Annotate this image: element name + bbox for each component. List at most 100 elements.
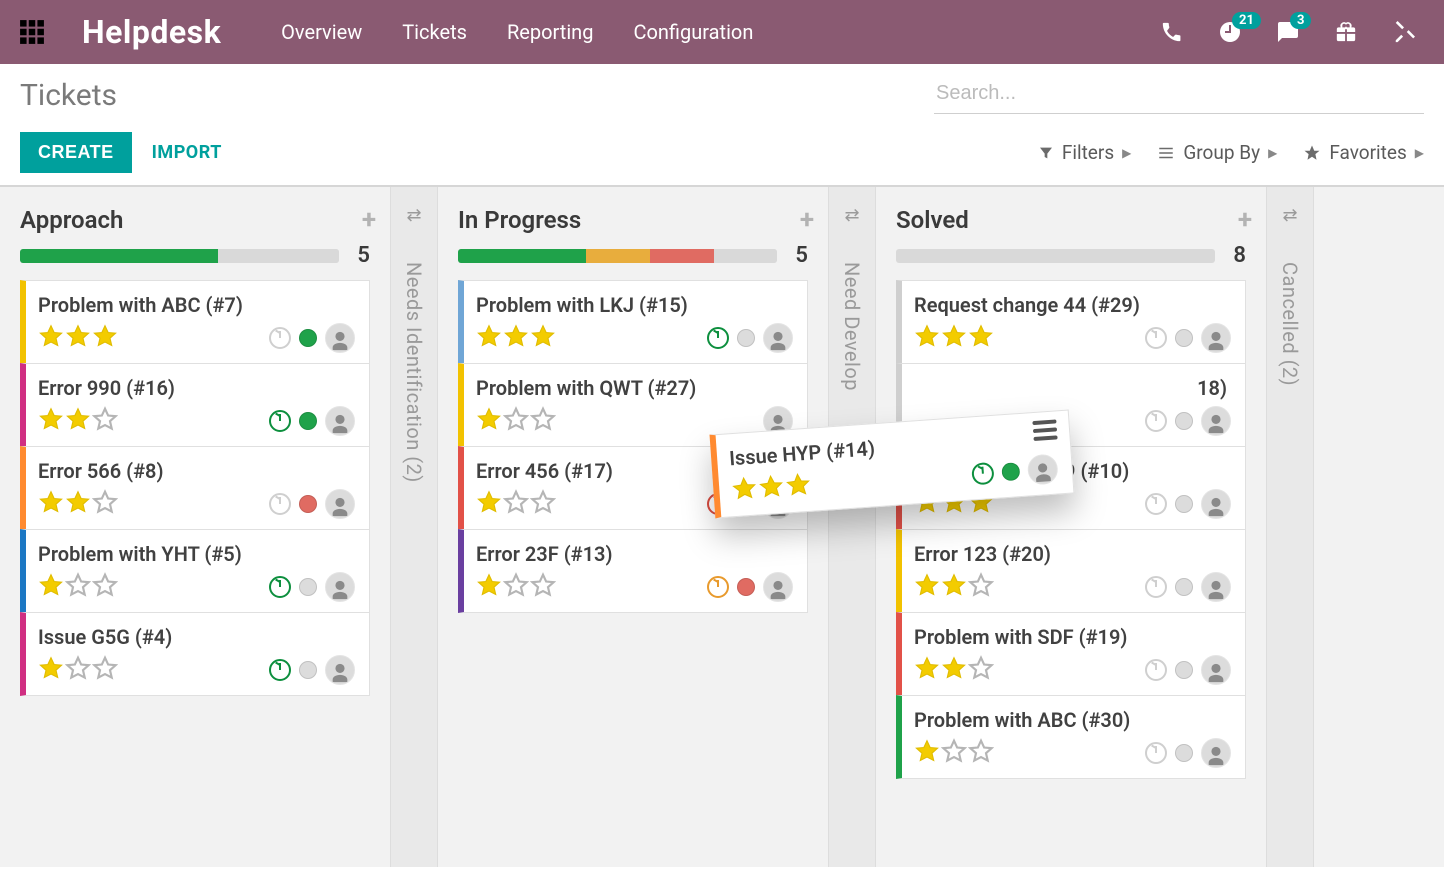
star-icon[interactable] [92,572,118,602]
star-icon[interactable] [92,323,118,353]
star-icon[interactable] [941,738,967,768]
state-dot[interactable] [299,661,317,679]
progress-segment[interactable] [586,249,650,263]
state-dot[interactable] [1175,578,1193,596]
priority-stars[interactable] [38,655,118,685]
kanban-card[interactable]: Problem with LKJ (#15) [458,280,808,364]
kanban-card[interactable]: Error 990 (#16) [20,363,370,447]
state-dot[interactable] [299,495,317,513]
star-icon[interactable] [784,471,812,503]
star-icon[interactable] [38,572,64,602]
phone-button[interactable] [1158,18,1186,46]
star-icon[interactable] [65,323,91,353]
star-icon[interactable] [530,489,556,519]
star-icon[interactable] [530,406,556,436]
star-icon[interactable] [65,572,91,602]
priority-stars[interactable] [476,406,556,436]
star-icon[interactable] [968,738,994,768]
state-dot[interactable] [1175,495,1193,513]
activities-button[interactable]: 21 [1216,18,1244,46]
filters-dropdown[interactable]: Filters ▶ [1038,141,1132,164]
create-button[interactable]: CREATE [20,132,132,173]
avatar[interactable] [1201,655,1231,685]
import-button[interactable]: IMPORT [152,142,222,163]
priority-stars[interactable] [38,572,118,602]
state-dot[interactable] [737,578,755,596]
apps-launcher[interactable] [0,0,64,64]
kanban-card[interactable]: Error 123 (#20) [896,529,1246,613]
priority-stars[interactable] [914,738,994,768]
star-icon[interactable] [38,406,64,436]
star-icon[interactable] [476,406,502,436]
state-dot[interactable] [1175,661,1193,679]
column-body[interactable]: In Progress + 5 Problem with LKJ (#15) P… [438,187,828,867]
progress-segment[interactable] [650,249,714,263]
star-icon[interactable] [503,572,529,602]
priority-stars[interactable] [730,471,812,507]
priority-stars[interactable] [914,572,994,602]
avatar[interactable] [325,655,355,685]
star-icon[interactable] [941,572,967,602]
column-body[interactable]: Solved + 8 Request change 44 (#29) 18) [876,187,1266,867]
progress-segment[interactable] [896,249,1215,263]
groupby-dropdown[interactable]: Group By ▶ [1157,141,1277,164]
collapsed-column[interactable]: ⇄ Need Develop [828,187,876,867]
avatar[interactable] [1201,406,1231,436]
star-icon[interactable] [38,323,64,353]
star-icon[interactable] [92,655,118,685]
avatar[interactable] [1201,572,1231,602]
priority-stars[interactable] [38,323,118,353]
star-icon[interactable] [941,655,967,685]
progress-segment[interactable] [714,249,778,263]
star-icon[interactable] [914,572,940,602]
star-icon[interactable] [65,489,91,519]
star-icon[interactable] [914,738,940,768]
column-body[interactable]: Approach + 5 Problem with ABC (#7) Error… [0,187,390,867]
star-icon[interactable] [968,655,994,685]
tools-button[interactable] [1390,18,1418,46]
quick-add-button[interactable]: + [800,205,814,235]
priority-stars[interactable] [476,489,556,519]
priority-stars[interactable] [914,323,994,353]
avatar[interactable] [763,323,793,353]
avatar[interactable] [325,323,355,353]
avatar[interactable] [763,572,793,602]
star-icon[interactable] [968,323,994,353]
star-icon[interactable] [503,323,529,353]
state-dot[interactable] [299,329,317,347]
state-dot[interactable] [737,329,755,347]
kanban-card[interactable]: Problem with ABC (#30) [896,695,1246,779]
star-icon[interactable] [503,489,529,519]
star-icon[interactable] [38,655,64,685]
messages-button[interactable]: 3 [1274,18,1302,46]
avatar[interactable] [325,489,355,519]
star-icon[interactable] [503,406,529,436]
star-icon[interactable] [92,406,118,436]
quick-add-button[interactable]: + [362,205,376,235]
collapsed-column[interactable]: ⇄ Needs Identification (2) [390,187,438,867]
menu-reporting[interactable]: Reporting [507,20,594,44]
avatar[interactable] [1201,489,1231,519]
state-dot[interactable] [1175,412,1193,430]
state-dot[interactable] [299,578,317,596]
star-icon[interactable] [476,323,502,353]
brand-title[interactable]: Helpdesk [82,13,221,51]
avatar[interactable] [1201,323,1231,353]
state-dot[interactable] [1001,462,1020,481]
star-icon[interactable] [941,323,967,353]
kanban-card[interactable]: Problem with ABC (#7) [20,280,370,364]
priority-stars[interactable] [476,323,556,353]
kanban-card[interactable]: Request change 44 (#29) [896,280,1246,364]
priority-stars[interactable] [38,406,118,436]
kanban-card[interactable]: Problem with YHT (#5) [20,529,370,613]
star-icon[interactable] [914,323,940,353]
star-icon[interactable] [530,572,556,602]
collapsed-column[interactable]: ⇄ Cancelled (2) [1266,187,1314,867]
gift-button[interactable] [1332,18,1360,46]
kanban-card[interactable]: Problem with SDF (#19) [896,612,1246,696]
column-progress-bar[interactable] [20,249,339,263]
star-icon[interactable] [914,655,940,685]
column-progress-bar[interactable] [896,249,1215,263]
state-dot[interactable] [299,412,317,430]
kanban-card[interactable]: Error 23F (#13) [458,529,808,613]
